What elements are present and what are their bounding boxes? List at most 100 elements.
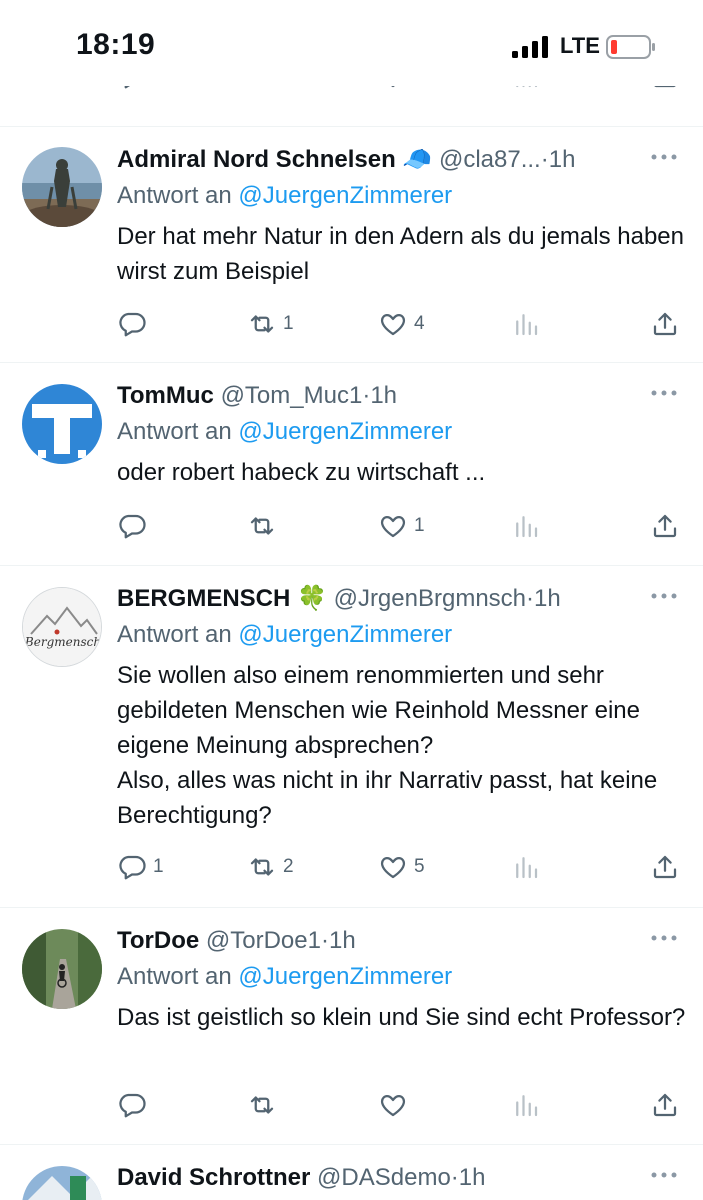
reply-button[interactable] [117, 1087, 153, 1123]
more-icon[interactable] [649, 147, 679, 167]
timestamp[interactable]: 1h [549, 146, 576, 173]
retweet-icon [250, 315, 274, 333]
views-button[interactable] [511, 849, 541, 885]
tweet[interactable]: Admiral Nord Schnelsen 🧢 @cla87...·1h An… [0, 127, 703, 362]
tweet[interactable]: David Schrottner @DASdemo·1h [0, 1145, 703, 1200]
retweet-button[interactable]: 1 [247, 306, 294, 342]
display-name[interactable]: TomMuc [117, 382, 214, 409]
like-icon [380, 1094, 406, 1117]
tweet-actions: 1 [0, 508, 703, 544]
share-icon [653, 312, 677, 336]
tweet[interactable]: Bergmensch BERGMENSCH 🍀 @JrgenBrgmnsch·1… [0, 566, 703, 907]
tweet-header: TorDoe @TorDoe1·1h [117, 926, 356, 956]
display-name[interactable]: Admiral Nord Schnelsen [117, 146, 396, 173]
reply-prefix: Antwort an [117, 621, 232, 648]
display-name[interactable]: David Schrottner [117, 1164, 310, 1191]
like-button[interactable]: 1 [378, 508, 425, 544]
timestamp[interactable]: 1h [329, 927, 356, 954]
share-button[interactable] [650, 508, 680, 544]
reply-mention[interactable]: @JuergenZimmerer [238, 418, 452, 445]
status-bar: 18:19 LTE [0, 0, 703, 86]
reply-context: Antwort an @JuergenZimmerer [117, 620, 452, 650]
share-button[interactable] [650, 306, 680, 342]
avatar[interactable] [22, 929, 102, 1009]
separator: · [540, 146, 549, 173]
views-icon [516, 857, 538, 879]
handle[interactable]: @Tom_Muc1 [221, 382, 363, 409]
like-button[interactable] [378, 1087, 414, 1123]
timestamp[interactable]: 1h [534, 585, 561, 612]
display-name[interactable]: TorDoe [117, 927, 199, 954]
like-count: 5 [414, 856, 425, 877]
avatar-image [22, 384, 102, 464]
separator: · [526, 585, 535, 612]
avatar-image [22, 147, 102, 227]
timestamp[interactable]: 1h [459, 1164, 486, 1191]
handle[interactable]: @JrgenBrgmnsch [334, 585, 526, 612]
name-emoji: 🧢 [402, 146, 433, 173]
reply-mention[interactable]: @JuergenZimmerer [238, 621, 452, 648]
avatar[interactable] [22, 1166, 102, 1200]
retweet-count: 1 [283, 313, 294, 334]
retweet-count: 2 [283, 856, 294, 877]
tweet-text: oder robert habeck zu wirtschaft ... [117, 459, 486, 486]
share-icon [653, 1093, 677, 1117]
share-button[interactable] [650, 1087, 680, 1123]
tweet-text: Das ist geistlich so klein und Sie sind … [117, 1004, 686, 1031]
more-icon[interactable] [649, 1165, 679, 1185]
tweet-header: David Schrottner @DASdemo·1h [117, 1163, 486, 1193]
reply-prefix: Antwort an [117, 418, 232, 445]
avatar[interactable] [22, 384, 102, 464]
share-icon [653, 514, 677, 538]
retweet-button[interactable] [247, 1087, 283, 1123]
avatar-image [22, 929, 102, 1009]
like-count: 4 [414, 313, 425, 334]
more-icon[interactable] [649, 383, 679, 403]
reply-button[interactable] [117, 508, 153, 544]
tweet-header: TomMuc @Tom_Muc1·1h [117, 381, 397, 411]
reply-mention[interactable]: @JuergenZimmerer [238, 963, 452, 990]
retweet-button[interactable] [247, 508, 283, 544]
views-button[interactable] [511, 306, 541, 342]
reply-mention[interactable]: @JuergenZimmerer [238, 182, 452, 209]
views-button[interactable] [511, 1087, 541, 1123]
avatar-lettering: Bergmensch [24, 635, 101, 649]
like-icon [380, 515, 406, 538]
reply-prefix: Antwort an [117, 963, 232, 990]
handle[interactable]: @DASdemo [317, 1164, 451, 1191]
reply-icon [119, 514, 146, 539]
tweet-text-line: Also, alles was nicht in ihr Narrativ pa… [117, 767, 658, 829]
like-icon [380, 313, 406, 336]
tweet-header: Admiral Nord Schnelsen 🧢 @cla87...·1h [117, 145, 575, 175]
share-button[interactable] [650, 849, 680, 885]
tweet-actions: 1 2 5 [0, 849, 703, 885]
tweet-header: BERGMENSCH 🍀 @JrgenBrgmnsch·1h [117, 584, 561, 614]
more-icon[interactable] [649, 586, 679, 606]
reply-context: Antwort an @JuergenZimmerer [117, 181, 452, 211]
avatar[interactable] [22, 147, 102, 227]
display-name[interactable]: BERGMENSCH [117, 585, 290, 612]
timestamp[interactable]: 1h [370, 382, 397, 409]
tweet[interactable]: TorDoe @TorDoe1·1h Antwort an @JuergenZi… [0, 908, 703, 1144]
reply-icon [119, 1093, 146, 1118]
reply-button[interactable]: 1 [117, 849, 164, 885]
more-icon[interactable] [649, 928, 679, 948]
tweet-text-line: Sie wollen also einem renommierten und s… [117, 662, 640, 759]
reply-button[interactable] [117, 306, 153, 342]
avatar[interactable]: Bergmensch [22, 587, 102, 667]
retweet-icon [250, 517, 274, 535]
tweet[interactable]: TomMuc @Tom_Muc1·1h Antwort an @JuergenZ… [0, 363, 703, 565]
like-count: 1 [414, 515, 425, 536]
retweet-button[interactable]: 2 [247, 849, 294, 885]
handle[interactable]: @TorDoe1 [206, 927, 321, 954]
views-icon [516, 516, 538, 538]
handle[interactable]: @cla87... [439, 146, 541, 173]
views-icon [516, 1095, 538, 1117]
views-button[interactable] [511, 508, 541, 544]
like-button[interactable]: 5 [378, 849, 425, 885]
reply-icon [119, 312, 146, 337]
retweet-icon [250, 1096, 274, 1114]
reply-prefix: Antwort an [117, 182, 232, 209]
like-button[interactable]: 4 [378, 306, 425, 342]
views-icon [516, 314, 538, 336]
